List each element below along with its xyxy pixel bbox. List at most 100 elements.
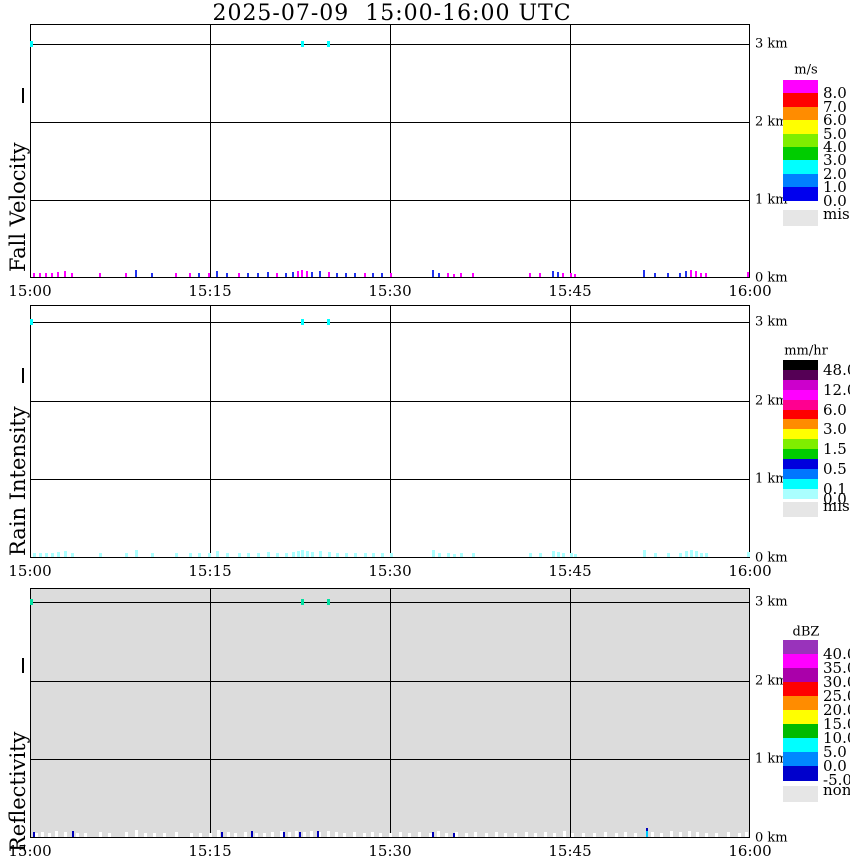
data-mark (465, 833, 468, 837)
data-mark (432, 832, 434, 837)
data-mark (447, 553, 450, 557)
legend-color-band (783, 173, 818, 188)
data-mark (151, 273, 153, 277)
legend-miss-band (783, 502, 818, 517)
gridline-vertical (210, 588, 211, 838)
data-mark (705, 833, 708, 837)
data-mark (432, 550, 435, 557)
data-mark (455, 832, 458, 837)
x-tick-label: 15:15 (188, 562, 232, 580)
data-mark (76, 833, 79, 837)
data-mark (615, 833, 618, 837)
data-mark (285, 553, 288, 557)
data-mark (125, 553, 128, 557)
legend-value-label: 0.5 (823, 459, 847, 478)
km-label: 3 km (755, 314, 788, 330)
data-mark (570, 273, 572, 277)
legend-color-band (783, 93, 818, 108)
data-mark (71, 273, 73, 277)
data-mark (747, 272, 749, 277)
data-mark (345, 553, 348, 557)
data-mark (529, 553, 532, 557)
data-mark (39, 273, 41, 277)
data-mark (319, 551, 322, 557)
data-mark (33, 553, 36, 557)
legend-color-band (783, 682, 818, 697)
data-mark (198, 273, 200, 277)
data-mark (288, 832, 291, 837)
data-mark-3km (327, 40, 330, 47)
data-mark-3km (30, 40, 33, 47)
data-mark (695, 551, 698, 557)
data-mark (263, 833, 266, 837)
data-mark (306, 551, 309, 557)
data-mark (453, 554, 456, 557)
data-mark (208, 553, 211, 557)
data-mark (198, 553, 201, 557)
x-tick-label: 15:30 (368, 842, 412, 860)
data-mark-3km (30, 599, 33, 605)
data-mark (634, 833, 637, 837)
data-mark (700, 273, 702, 277)
data-mark (495, 832, 498, 837)
data-mark (144, 833, 147, 837)
data-mark (271, 832, 274, 837)
y-axis-title: Reflectivity (6, 731, 30, 852)
x-tick-label: 15:00 (8, 562, 52, 580)
data-mark (292, 272, 294, 277)
data-mark (747, 552, 750, 557)
gridline-vertical (390, 305, 391, 558)
data-mark (604, 832, 607, 837)
y-axis-title: Fall Velocity (6, 142, 30, 272)
data-mark (563, 831, 566, 837)
x-tick-label: 15:45 (548, 282, 592, 300)
data-mark (221, 832, 223, 837)
legend-color-band (783, 752, 818, 767)
data-mark (199, 833, 202, 837)
data-mark (354, 553, 357, 557)
legend-color-band (783, 147, 818, 161)
data-mark (163, 833, 166, 837)
data-mark (276, 273, 278, 277)
data-mark (234, 833, 237, 837)
data-mark (64, 551, 67, 557)
km-label: 3 km (755, 36, 788, 51)
x-tick-label: 15:45 (548, 842, 592, 860)
data-mark (690, 270, 692, 277)
data-mark (209, 833, 212, 837)
data-mark (175, 273, 177, 277)
data-mark (553, 833, 556, 837)
legend-title: dBZ (792, 624, 820, 640)
data-mark (267, 272, 269, 277)
data-mark-3km (327, 319, 330, 325)
data-mark (472, 273, 474, 277)
data-mark (299, 832, 301, 837)
data-mark-3km (30, 319, 33, 325)
data-mark (552, 271, 554, 277)
x-tick-label: 15:30 (368, 562, 412, 580)
data-mark (390, 553, 393, 557)
data-mark (557, 552, 560, 557)
data-mark (643, 550, 646, 557)
data-mark (660, 833, 663, 837)
data-mark (317, 831, 319, 837)
data-mark (399, 832, 402, 837)
data-mark (745, 832, 748, 837)
legend-value-label: 6.0 (823, 400, 847, 419)
data-mark (35, 833, 38, 837)
data-mark (125, 832, 128, 837)
gridline-vertical (390, 24, 391, 278)
data-mark (48, 833, 51, 837)
data-mark (175, 832, 178, 837)
data-mark-3km (301, 319, 304, 325)
data-mark (135, 270, 137, 277)
data-mark (371, 832, 374, 837)
gridline-vertical (570, 305, 571, 558)
data-mark (216, 551, 219, 557)
data-mark (570, 553, 573, 557)
data-mark (353, 832, 356, 837)
data-mark (216, 271, 218, 277)
data-mark (504, 833, 507, 837)
km-label: 3 km (755, 594, 788, 610)
data-mark (670, 831, 673, 837)
